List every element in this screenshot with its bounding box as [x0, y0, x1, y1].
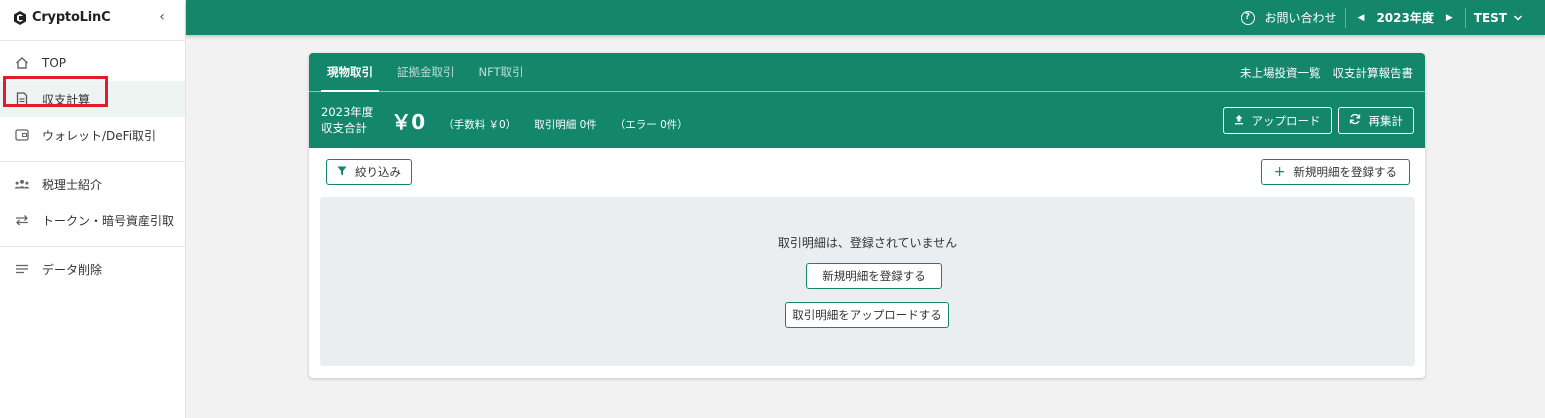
contact-link[interactable]: ? お問い合わせ — [1233, 0, 1345, 35]
next-year-icon[interactable]: ▶ — [1434, 13, 1465, 23]
logo-text: CryptoLinC — [32, 10, 111, 25]
filter-icon — [337, 166, 347, 179]
recalculate-button[interactable]: 再集計 — [1337, 107, 1414, 134]
upload-button[interactable]: アップロード — [1222, 107, 1332, 134]
header-links: 未上場投資一覧 収支計算報告書 — [1240, 53, 1413, 92]
card-header: 現物取引 証拠金取引 NFT取引 未上場投資一覧 収支計算報告書 2023年度 … — [309, 53, 1425, 148]
divider — [0, 161, 185, 162]
sidebar-item-label: 収支計算 — [42, 92, 91, 107]
add-transaction-button[interactable]: + 新規明細を登録する — [1260, 159, 1410, 185]
summary-year: 2023年度 — [321, 105, 374, 119]
user-label: TEST — [1473, 10, 1507, 25]
error-count: （エラー 0件） — [614, 118, 688, 131]
sidebar-item-data-delete[interactable]: データ削除 — [0, 251, 185, 287]
sidebar-item-label: 税理士紹介 — [42, 177, 103, 192]
sidebar-item-tax-advisor[interactable]: 税理士紹介 — [0, 166, 185, 202]
sidebar: CryptoLinC ‹ TOP 収支計算 ウォレット/DeFi取引 税理士紹介… — [0, 0, 186, 418]
upload-icon — [1234, 114, 1244, 128]
add-transaction-label: 新規明細を登録する — [1293, 165, 1398, 179]
prev-year-icon[interactable]: ◀ — [1346, 13, 1377, 23]
swap-icon — [14, 212, 30, 228]
logo-mark-icon — [14, 10, 26, 25]
tab-margin[interactable]: 証拠金取引 — [385, 53, 467, 92]
people-icon — [14, 176, 30, 192]
plus-icon: + — [1273, 164, 1286, 180]
total-amount: ￥0 — [391, 109, 426, 134]
tab-label: 証拠金取引 — [397, 65, 455, 79]
tab-nft[interactable]: NFT取引 — [467, 53, 536, 92]
upload-label: アップロード — [1251, 113, 1321, 128]
upload-transactions-button[interactable]: 取引明細をアップロードする — [785, 302, 949, 328]
fee-amount: （手数料 ￥0） — [443, 118, 517, 131]
sidebar-item-label: データ削除 — [42, 262, 103, 277]
lines-icon — [14, 261, 30, 277]
divider — [0, 246, 185, 247]
wallet-icon — [14, 127, 30, 143]
document-icon — [14, 91, 30, 107]
user-menu[interactable]: TEST — [1466, 0, 1531, 35]
tabs: 現物取引 証拠金取引 NFT取引 未上場投資一覧 収支計算報告書 — [309, 53, 1425, 92]
unlisted-investments-link[interactable]: 未上場投資一覧 — [1240, 65, 1321, 81]
sidebar-item-label: TOP — [42, 56, 67, 70]
recalculate-label: 再集計 — [1368, 113, 1404, 128]
toolbar: 絞り込み + 新規明細を登録する — [309, 148, 1425, 195]
home-icon — [14, 55, 30, 71]
header-buttons: アップロード 再集計 — [1222, 107, 1414, 134]
contact-label: お問い合わせ — [1264, 11, 1337, 25]
sidebar-item-label: トークン・暗号資産引取 — [42, 213, 175, 228]
help-icon: ? — [1240, 10, 1255, 25]
tab-label: NFT取引 — [478, 65, 524, 79]
collapse-sidebar-icon[interactable]: ‹ — [155, 9, 169, 25]
top-bar: ? お問い合わせ ◀ 2023年度 ▶ TEST — [186, 0, 1545, 35]
logo[interactable]: CryptoLinC ‹ — [0, 0, 185, 35]
sidebar-item-token-redemption[interactable]: トークン・暗号資産引取 — [0, 202, 185, 238]
sidebar-item-top[interactable]: TOP — [0, 45, 185, 81]
tab-spot[interactable]: 現物取引 — [315, 53, 385, 92]
divider — [0, 40, 185, 41]
filter-label: 絞り込み — [355, 165, 401, 179]
empty-message: 取引明細は、登録されていません — [777, 236, 958, 250]
tab-label: 現物取引 — [327, 65, 373, 79]
sidebar-item-wallet[interactable]: ウォレット/DeFi取引 — [0, 117, 185, 153]
summary: 2023年度 収支合計 ￥0 （手数料 ￥0） 取引明細 0件 （エラー 0件）… — [309, 92, 1425, 148]
sidebar-item-label: ウォレット/DeFi取引 — [42, 128, 157, 143]
filter-button[interactable]: 絞り込み — [326, 159, 412, 185]
summary-title: 収支合計 — [321, 121, 367, 135]
transactions-card: 現物取引 証拠金取引 NFT取引 未上場投資一覧 収支計算報告書 2023年度 … — [309, 53, 1425, 378]
transaction-count: 取引明細 0件 — [534, 118, 597, 131]
empty-state: 取引明細は、登録されていません 新規明細を登録する 取引明細をアップロードする — [320, 197, 1415, 366]
summary-label: 2023年度 収支合計 — [321, 104, 373, 136]
register-transaction-button[interactable]: 新規明細を登録する — [806, 263, 942, 289]
chevron-down-icon — [1513, 14, 1523, 21]
income-report-link[interactable]: 収支計算報告書 — [1333, 65, 1414, 81]
sidebar-item-income-calc[interactable]: 収支計算 — [0, 81, 185, 117]
refresh-icon — [1349, 113, 1361, 128]
year-label: 2023年度 — [1376, 11, 1434, 25]
